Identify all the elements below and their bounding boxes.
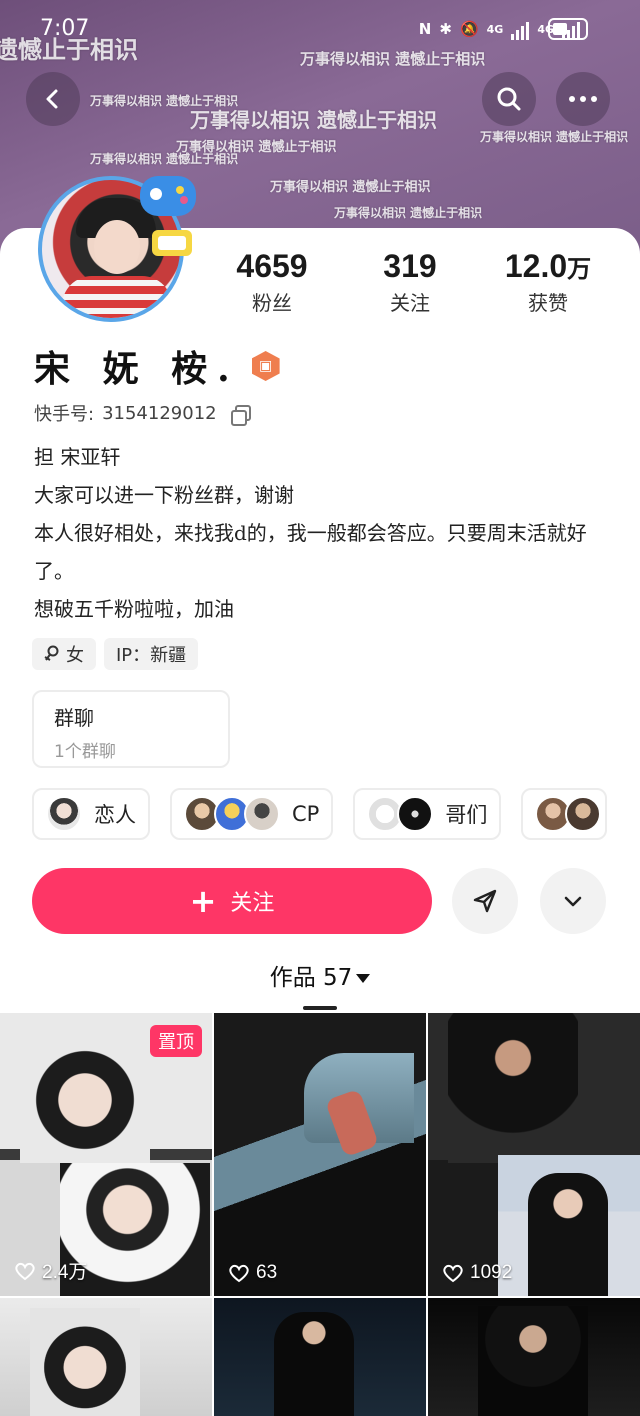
following-count: 319 (383, 248, 437, 284)
avatar (397, 796, 434, 832)
following-label: 关注 (390, 291, 430, 315)
relationship-label: CP (292, 802, 320, 826)
group-chat-title: 群聊 (54, 706, 94, 730)
fans-stat[interactable]: 4659 粉丝 (202, 248, 342, 316)
likes-stat[interactable]: 12.0万 获赞 (478, 248, 618, 316)
like-count: 2.4万 (42, 1262, 88, 1283)
more-dots-icon (569, 96, 597, 102)
bio-line: 本人很好相处，来找我d的，我一般都会答应。只要周末活就好了。 (34, 521, 587, 583)
more-button[interactable] (556, 72, 610, 126)
pinned-badge: 置顶 (150, 1025, 202, 1057)
like-count: 63 (256, 1262, 278, 1283)
tab-works[interactable]: 作品 57 (0, 958, 640, 992)
group-chat-count: 1个群聊 (54, 742, 116, 762)
ip-location-text: IP：新疆 (116, 645, 187, 666)
gamepad-sticker-icon (140, 176, 196, 256)
gender-tag: 女 (32, 638, 96, 670)
heart-icon (15, 1262, 35, 1280)
fans-label: 粉丝 (252, 291, 292, 315)
back-button[interactable] (26, 72, 80, 126)
mute-icon: 🔕 (459, 20, 479, 38)
follow-button[interactable]: + 关注 (32, 868, 432, 934)
send-icon (473, 889, 497, 913)
signal-icon (511, 18, 530, 40)
search-button[interactable] (482, 72, 536, 126)
works-grid: 置顶 2.4万 63 1092 (0, 1013, 640, 1416)
profile-bio: 担 宋亚轩 大家可以进一下粉丝群，谢谢 本人很好相处，来找我d的，我一般都会答应… (34, 438, 614, 628)
relationship-list: 恋人 CP 哥们 (32, 788, 640, 840)
ip-location-tag: IP：新疆 (104, 638, 199, 670)
group-chat-card[interactable]: 群聊 1个群聊 (32, 690, 230, 768)
likes-unit: 万 (567, 256, 592, 283)
search-icon (497, 87, 521, 111)
follow-label: 关注 (230, 891, 275, 916)
banner-watermark: 万事得以相识 遗憾止于相识 (190, 108, 437, 132)
like-count: 1092 (470, 1262, 513, 1283)
avatar[interactable] (34, 172, 202, 322)
status-bar: 7:07 N ✱ 🔕 4G 4G (0, 0, 640, 64)
heart-icon (443, 1264, 463, 1283)
relationship-label: 恋人 (94, 803, 136, 827)
likes-count: 12.0 (504, 248, 568, 284)
network-4g-label: 4G (486, 22, 504, 36)
work-item[interactable]: 置顶 2.4万 (0, 1013, 212, 1296)
gender-text: 女 (66, 645, 84, 666)
relationship-chip-bros[interactable]: 哥们 (353, 788, 502, 840)
relationship-chip[interactable] (521, 788, 608, 840)
bio-line: 担 宋亚轩 (34, 445, 121, 469)
kuaishou-id: 3154129012 (102, 402, 217, 424)
banner-watermark: 万事得以相识 遗憾止于相识 (334, 206, 483, 220)
avatar (244, 796, 280, 832)
status-time: 7:07 (40, 16, 90, 41)
relationship-chip-cp[interactable]: CP (170, 788, 334, 840)
profile-name: 宋 妩 桉. (34, 348, 240, 390)
banner-watermark: 万事得以相识 遗憾止于相识 (90, 152, 239, 166)
avatar (46, 796, 82, 832)
chevron-down-icon (564, 896, 582, 907)
bluetooth-icon: ✱ (439, 20, 452, 38)
share-button[interactable] (452, 868, 518, 934)
following-stat[interactable]: 319 关注 (340, 248, 480, 316)
chevron-left-icon (46, 89, 58, 109)
bio-line: 大家可以进一下粉丝群，谢谢 (34, 483, 294, 507)
battery-icon (548, 18, 588, 40)
work-item[interactable] (214, 1298, 426, 1416)
work-item[interactable]: 63 (214, 1013, 426, 1296)
caret-down-icon (356, 974, 371, 983)
plus-icon: + (189, 882, 217, 920)
fans-count: 4659 (236, 248, 308, 284)
works-tab-label: 作品 57 (269, 965, 353, 991)
profile-tags: 女 IP：新疆 (32, 638, 199, 670)
nfc-icon: N (418, 20, 432, 38)
bio-line: 想破五千粉啦啦，加油 (34, 597, 234, 621)
female-icon (44, 645, 59, 661)
likes-label: 获赞 (528, 291, 568, 315)
relationship-chip-lover[interactable]: 恋人 (32, 788, 150, 840)
kuaishou-id-label: 快手号: (34, 404, 95, 425)
level-badge-icon[interactable]: ▣ (251, 351, 280, 381)
work-item[interactable] (428, 1298, 640, 1416)
avatar (565, 796, 602, 832)
work-item[interactable]: 1092 (428, 1013, 640, 1296)
banner-watermark: 万事得以相识 遗憾止于相识 (270, 180, 431, 195)
kuaishou-id-row: 快手号: 3154129012 (34, 400, 251, 426)
banner-watermark: 万事得以相识 遗憾止于相识 (480, 130, 629, 144)
work-item[interactable] (0, 1298, 212, 1416)
relationship-label: 哥们 (445, 803, 488, 827)
tab-indicator (303, 1006, 337, 1010)
heart-icon (229, 1264, 249, 1283)
expand-button[interactable] (540, 868, 606, 934)
copy-icon[interactable] (230, 405, 251, 426)
